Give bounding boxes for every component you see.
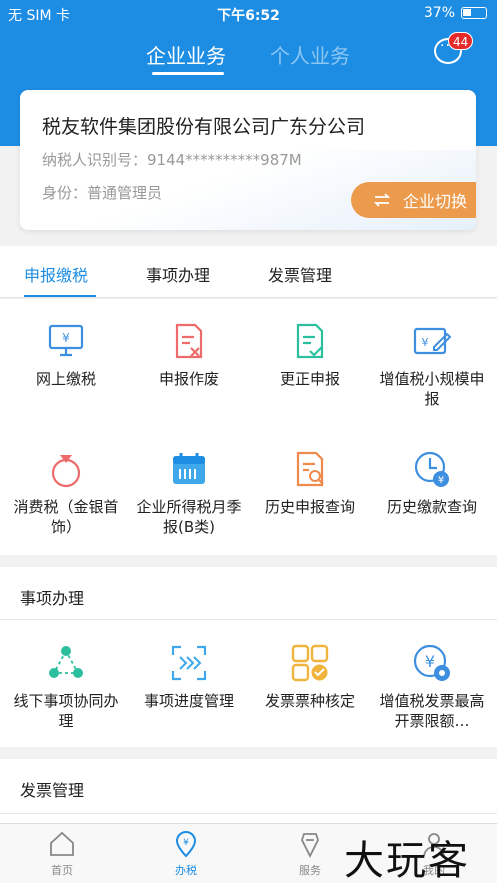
- collaborate-icon: [49, 646, 83, 678]
- watermark: 大玩客: [344, 838, 470, 883]
- declare-grid: ¥ 网上缴税 申报作废 更正申报 ¥ 增值税小规模申报 消费税（金银首饰） 企业…: [0, 299, 497, 555]
- grid-item-progress[interactable]: 事项进度管理: [127, 643, 251, 711]
- yuan-gear-icon: ¥: [413, 644, 450, 681]
- tab-underline: [152, 72, 224, 75]
- svg-text:¥: ¥: [183, 838, 189, 848]
- battery-icon: [461, 7, 487, 19]
- grid-item-history-payment[interactable]: ¥ 历史缴款查询: [370, 449, 494, 517]
- message-badge: 44: [448, 32, 474, 50]
- status-time: 下午6:52: [217, 8, 280, 24]
- svg-text:¥: ¥: [438, 475, 444, 486]
- grid-item-declare-void[interactable]: 申报作废: [127, 321, 251, 389]
- invoice-section-title: 发票管理: [20, 781, 85, 800]
- doc-check-icon: [296, 323, 324, 359]
- grid-check-icon: [291, 644, 329, 682]
- doc-cancel-icon: [175, 323, 203, 359]
- grid-item-label: 增值税发票最高开票限额…: [379, 692, 485, 730]
- grid-item-label: 申报作废: [158, 370, 219, 388]
- section-tab-underline: [24, 295, 96, 297]
- tab-business[interactable]: 企业业务: [146, 40, 226, 69]
- switch-arrows-icon: [373, 193, 391, 207]
- matter-section-title: 事项办理: [20, 589, 85, 608]
- section-tabs: 申报缴税 事项办理 发票管理: [0, 246, 497, 298]
- grid-item-label: 企业所得税月季报(B类): [136, 498, 242, 536]
- service-icon: [301, 833, 319, 858]
- monitor-yuan-icon: ¥: [48, 324, 84, 357]
- grid-item-label: 更正申报: [279, 370, 340, 388]
- grid-item-label: 增值税小规模申报: [379, 370, 485, 408]
- grid-item-correct-declare[interactable]: 更正申报: [248, 321, 372, 389]
- grid-item-vat-small[interactable]: ¥ 增值税小规模申报: [370, 321, 494, 409]
- grid-item-offline-collab[interactable]: 线下事项协同办理: [4, 643, 128, 731]
- company-card: 税友软件集团股份有限公司广东分公司 纳税人识别号：9144**********9…: [20, 90, 476, 230]
- grid-item-online-pay[interactable]: ¥ 网上缴税: [4, 321, 128, 389]
- switch-label: 企业切换: [403, 192, 468, 211]
- tabbar-label: 办税: [175, 864, 197, 877]
- svg-text:¥: ¥: [422, 336, 429, 349]
- grid-item-consumption-tax[interactable]: 消费税（金银首饰）: [4, 449, 128, 537]
- tabbar-label: 首页: [51, 864, 73, 877]
- status-right: 37%: [424, 5, 487, 21]
- grid-item-invoice-type[interactable]: 发票票种核定: [248, 643, 372, 711]
- location-yuan-icon: ¥: [175, 831, 197, 858]
- tab-matter[interactable]: 事项办理: [146, 262, 210, 286]
- divider: [0, 813, 497, 814]
- svg-text:¥: ¥: [62, 331, 70, 345]
- grid-item-label: 历史缴款查询: [386, 498, 477, 516]
- tax-id: 纳税人识别号：9144**********987M: [42, 151, 302, 169]
- grid-item-income-tax-b[interactable]: 企业所得税月季报(B类): [127, 449, 251, 537]
- ring-icon: [51, 455, 81, 488]
- tabbar-tax[interactable]: ¥ 办税: [124, 830, 248, 878]
- divider: [0, 619, 497, 620]
- grid-item-label: 消费税（金银首饰）: [13, 498, 119, 536]
- ticket-edit-icon: ¥: [413, 327, 452, 355]
- company-name: 税友软件集团股份有限公司广东分公司: [42, 116, 366, 138]
- tab-declare[interactable]: 申报缴税: [24, 262, 88, 286]
- grid-item-label: 历史申报查询: [264, 498, 355, 516]
- svg-text:¥: ¥: [425, 652, 435, 671]
- matter-panel: 事项办理 线下事项协同办理 事项进度管理 发票票种核定 ¥ 增值税发票最高开票限…: [0, 567, 497, 747]
- home-icon: [50, 831, 74, 856]
- tabbar-label: 服务: [299, 864, 321, 877]
- switch-company-button[interactable]: 企业切换: [351, 182, 476, 218]
- grid-item-label: 发票票种核定: [264, 692, 355, 710]
- battery-percent: 37%: [423, 5, 455, 21]
- grid-item-label: 线下事项协同办理: [13, 692, 119, 730]
- tabbar-home[interactable]: 首页: [0, 830, 124, 878]
- grid-item-label: 网上缴税: [35, 370, 96, 388]
- progress-scan-icon: [171, 645, 207, 681]
- clock-yuan-icon: ¥: [414, 451, 449, 487]
- user-role: 身份：普通管理员: [42, 184, 163, 202]
- grid-item-history-declare[interactable]: 历史申报查询: [248, 449, 372, 517]
- doc-search-icon: [296, 451, 324, 487]
- grid-item-label: 事项进度管理: [143, 692, 234, 710]
- tab-invoice[interactable]: 发票管理: [268, 262, 332, 286]
- grid-item-vat-limit[interactable]: ¥ 增值税发票最高开票限额…: [370, 643, 494, 731]
- status-bar: 无 SIM 卡 下午6:52 37%: [0, 0, 497, 28]
- invoice-panel: 发票管理: [0, 759, 497, 823]
- calendar-icon: [173, 453, 205, 484]
- tab-personal[interactable]: 个人业务: [270, 40, 350, 69]
